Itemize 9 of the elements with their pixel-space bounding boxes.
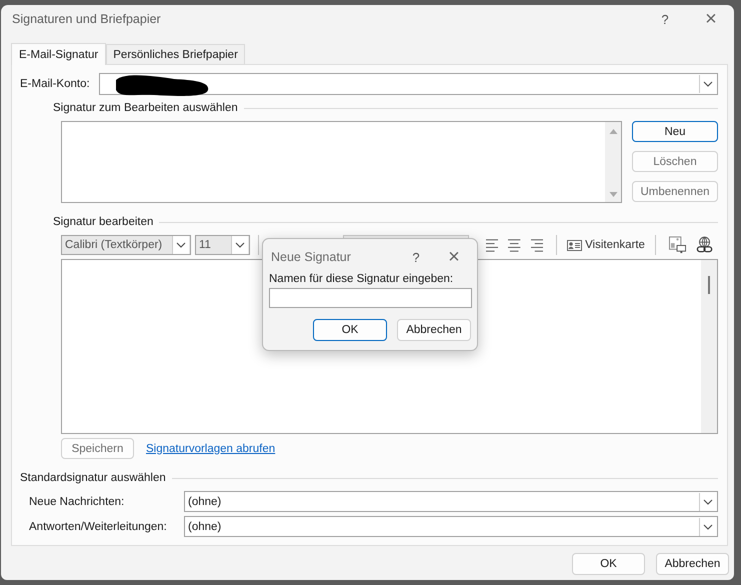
window-title: Neue Signatur [271,250,352,264]
field-label: Antworten/Weiterleitungen: [28,520,168,532]
group-title: Standardsignatur auswählen [20,472,167,484]
group-title: Signatur bearbeiten [53,216,154,228]
group-title: Signatur zum Bearbeiten auswählen [53,102,239,114]
field-label: E-Mail-Konto: [20,78,91,90]
field-label: Neue Nachrichten: [28,496,126,508]
field-label: Namen für diese Signatur eingeben: [269,273,454,285]
window-title: Signaturen und Briefpapier [12,12,162,26]
